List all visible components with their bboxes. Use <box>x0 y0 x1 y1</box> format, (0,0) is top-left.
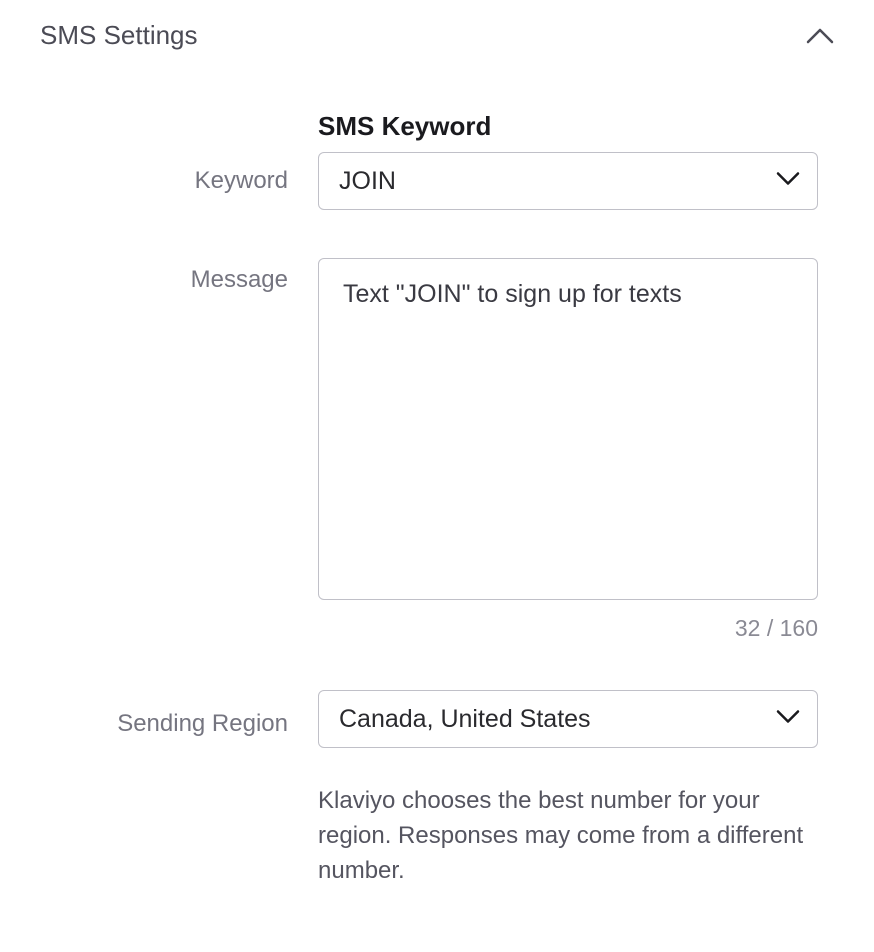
section-title: SMS Settings <box>40 20 198 51</box>
sending-region-label: Sending Region <box>117 710 288 737</box>
keyword-select[interactable] <box>318 152 818 210</box>
sms-settings-header[interactable]: SMS Settings <box>40 20 834 51</box>
message-textarea[interactable]: Text "JOIN" to sign up for texts <box>318 258 818 600</box>
chevron-up-icon <box>806 22 834 50</box>
keyword-label: Keyword <box>195 167 288 194</box>
message-label: Message <box>191 266 288 293</box>
region-help-text: Klaviyo chooses the best number for your… <box>318 784 818 888</box>
sending-region-select[interactable] <box>318 690 818 748</box>
char-count: 32 / 160 <box>318 615 818 642</box>
sms-keyword-field-label: SMS Keyword <box>318 111 818 142</box>
